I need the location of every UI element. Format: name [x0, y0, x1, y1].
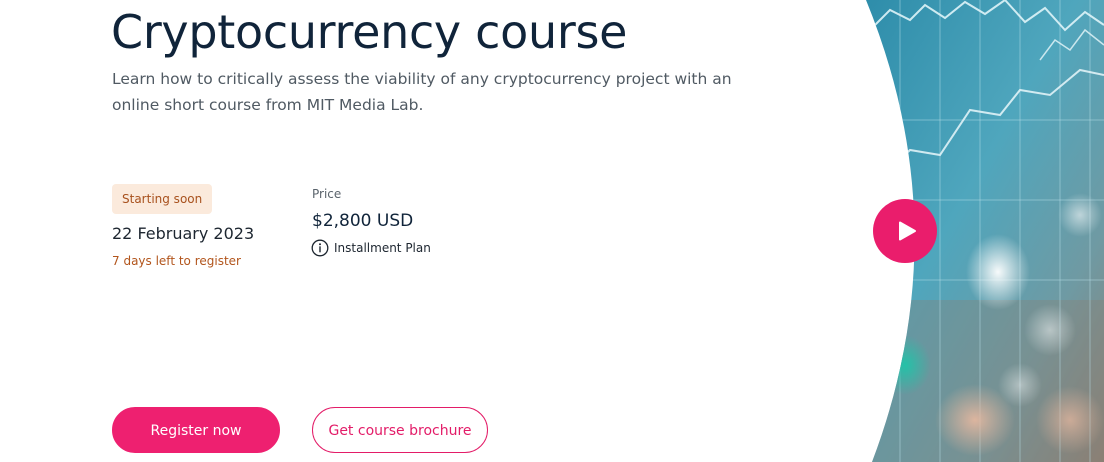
get-brochure-button[interactable]: Get course brochure — [312, 407, 488, 453]
start-date: 22 February 2023 — [112, 224, 255, 243]
info-icon — [311, 239, 329, 257]
installment-plan-link[interactable]: Installment Plan — [311, 239, 431, 257]
page-title: Cryptocurrency course — [111, 5, 628, 59]
course-hero: Cryptocurrency course Learn how to criti… — [0, 0, 1104, 462]
price-label: Price — [312, 187, 342, 201]
course-description: Learn how to critically assess the viabi… — [112, 70, 732, 114]
registration-deadline: 7 days left to register — [112, 254, 241, 268]
register-now-button[interactable]: Register now — [112, 407, 280, 453]
installment-plan-label: Installment Plan — [334, 241, 431, 255]
play-icon — [892, 220, 918, 242]
price-value: $2,800 USD — [312, 211, 414, 231]
play-video-button[interactable] — [873, 199, 937, 263]
status-badge: Starting soon — [112, 184, 213, 214]
